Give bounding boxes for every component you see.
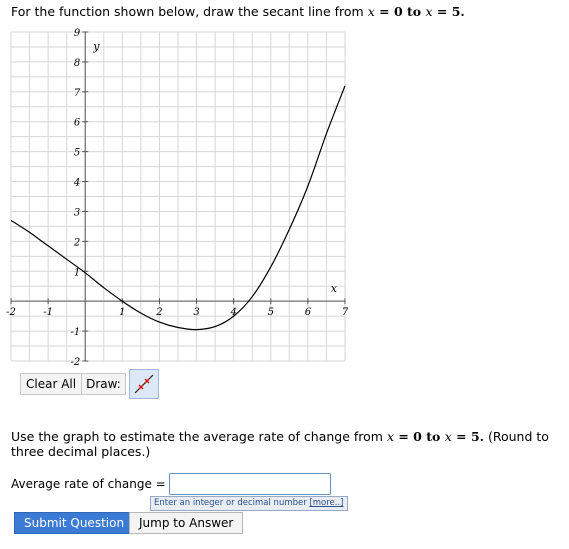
- x-tick-label: 6: [305, 307, 312, 318]
- graph-toolbar: Clear All Draw:: [20, 369, 159, 399]
- y-tick-label: 5: [74, 148, 80, 159]
- draw-label: Draw:: [82, 373, 126, 395]
- clear-all-button[interactable]: Clear All: [20, 373, 83, 395]
- answer-row: Average rate of change =: [11, 473, 331, 495]
- jump-to-answer-button[interactable]: Jump to Answer: [129, 512, 244, 534]
- more-link[interactable]: [more..]: [309, 498, 343, 508]
- y-tick-label: -2: [70, 357, 80, 368]
- y-tick-label: 7: [74, 88, 81, 99]
- answer-input[interactable]: [168, 473, 331, 495]
- question-2-text: Use the graph to estimate the average ra…: [11, 429, 549, 459]
- y-tick-label: 3: [74, 207, 80, 218]
- y-tick-label: -1: [70, 327, 80, 338]
- answer-label: Average rate of change =: [11, 477, 166, 491]
- x-tick-label: 7: [342, 307, 349, 318]
- x-tick-label: 5: [268, 307, 274, 318]
- y-axis-title: y: [92, 40, 100, 53]
- x-axis-title: x: [331, 282, 338, 295]
- line-tool-button[interactable]: [128, 369, 159, 399]
- graph-canvas[interactable]: -2 -1 1 2 3 4 5 6 7987654321-1-2xy: [0, 0, 569, 369]
- y-tick-label: 2: [73, 237, 80, 248]
- y-tick-label: 6: [74, 118, 81, 129]
- x-tick-label: -2: [6, 307, 16, 318]
- x-tick-label: 2: [155, 307, 162, 318]
- x-tick-label: -1: [43, 307, 53, 318]
- submit-question-button[interactable]: Submit Question: [14, 512, 135, 534]
- y-tick-label: 9: [74, 28, 81, 39]
- y-tick-label: 4: [73, 178, 80, 189]
- answer-hint: Enter an integer or decimal number [more…: [150, 496, 348, 511]
- x-tick-label: 3: [193, 307, 199, 318]
- y-tick-label: 8: [74, 58, 80, 69]
- line-draw-icon: [134, 374, 154, 394]
- x-tick-label: 1: [119, 307, 125, 318]
